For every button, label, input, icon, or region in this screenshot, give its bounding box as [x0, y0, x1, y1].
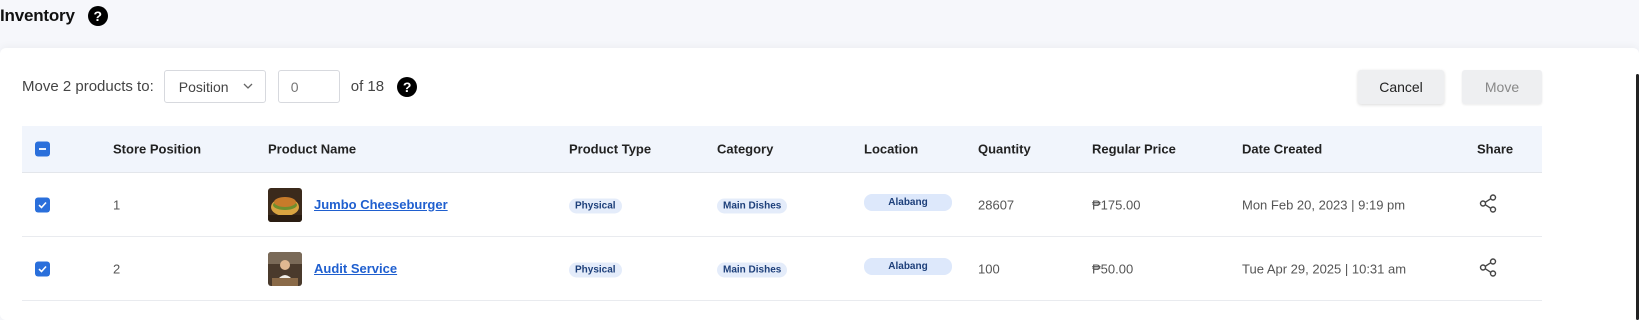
- product-type-cell: Physical: [569, 196, 622, 213]
- row-checkbox[interactable]: [35, 197, 50, 212]
- of-total-label: of 18: [350, 78, 385, 95]
- header-share: Share: [1477, 141, 1514, 157]
- date-created: Tue Apr 29, 2025 | 10:31 am: [1242, 261, 1407, 276]
- category-badge: Main Dishes: [717, 198, 788, 213]
- products-table: Store Position Product Name Product Type…: [22, 126, 1542, 301]
- quantity: 100: [978, 261, 1000, 276]
- checkmark-icon: [35, 261, 50, 276]
- location-badge: Alabang: [864, 257, 952, 275]
- row-checkbox[interactable]: [35, 261, 50, 276]
- header-product-type[interactable]: Product Type: [569, 142, 651, 157]
- position-select[interactable]: Position: [163, 70, 266, 103]
- product-type-cell: Physical: [569, 260, 622, 277]
- product-name-cell: Jumbo Cheeseburger: [268, 187, 448, 222]
- help-icon[interactable]: ?: [87, 6, 108, 26]
- header-quantity[interactable]: Quantity: [978, 142, 1031, 157]
- product-type-badge: Physical: [569, 262, 622, 277]
- header-regular-price[interactable]: Regular Price: [1092, 142, 1176, 157]
- store-position: 2: [113, 261, 121, 276]
- cancel-button[interactable]: Cancel: [1358, 70, 1444, 104]
- header-product-name[interactable]: Product Name: [268, 142, 356, 157]
- product-thumbnail[interactable]: [268, 187, 302, 222]
- select-all-checkbox[interactable]: [35, 141, 50, 157]
- move-products-label: Move 2 products to:: [22, 78, 154, 95]
- checkmark-icon: [35, 197, 50, 212]
- bulk-move-card: Move 2 products to: Position of 18 ? Can…: [0, 48, 1639, 320]
- chevron-down-icon: [243, 83, 253, 89]
- page-header: Inventory ?: [0, 0, 108, 32]
- position-number-input[interactable]: [277, 70, 340, 103]
- category-badge: Main Dishes: [717, 262, 788, 277]
- share-button[interactable]: [1478, 257, 1498, 280]
- product-name-cell: Audit Service: [268, 251, 397, 286]
- page-title: Inventory: [0, 6, 75, 25]
- location-badge: Alabang: [864, 193, 952, 211]
- share-button[interactable]: [1478, 193, 1498, 216]
- category-cell: Main Dishes: [717, 260, 788, 277]
- header-category[interactable]: Category: [717, 142, 773, 157]
- location-cell: Alabang: [864, 193, 952, 211]
- move-toolbar: Move 2 products to: Position of 18 ? Can…: [22, 70, 1619, 104]
- table-row[interactable]: 1 Jumbo Cheeseburger Physical Main Dishe…: [22, 173, 1542, 237]
- share-icon: [1479, 257, 1497, 277]
- date-created: Mon Feb 20, 2023 | 9:19 pm: [1242, 197, 1406, 212]
- table-row[interactable]: 2 Audit Service Physical Main Dishes Ala…: [22, 237, 1542, 301]
- regular-price: ₱50.00: [1092, 261, 1134, 276]
- header-location[interactable]: Location: [864, 142, 918, 157]
- header-date-created[interactable]: Date Created: [1242, 142, 1322, 157]
- product-type-badge: Physical: [569, 198, 622, 213]
- table-header-row: Store Position Product Name Product Type…: [22, 126, 1542, 173]
- indeterminate-checkbox-icon: [35, 141, 50, 157]
- move-button[interactable]: Move: [1462, 70, 1542, 104]
- store-position: 1: [113, 197, 121, 212]
- product-thumbnail[interactable]: [268, 251, 302, 286]
- category-cell: Main Dishes: [717, 196, 788, 213]
- quantity: 28607: [978, 197, 1015, 212]
- product-name-link[interactable]: Audit Service: [314, 261, 397, 276]
- share-icon: [1479, 193, 1497, 213]
- location-cell: Alabang: [864, 257, 952, 275]
- position-select-value: Position: [178, 78, 229, 95]
- help-icon[interactable]: ?: [397, 76, 418, 97]
- regular-price: ₱175.00: [1092, 197, 1141, 212]
- product-name-link[interactable]: Jumbo Cheeseburger: [314, 197, 448, 212]
- header-store-position[interactable]: Store Position: [113, 142, 201, 157]
